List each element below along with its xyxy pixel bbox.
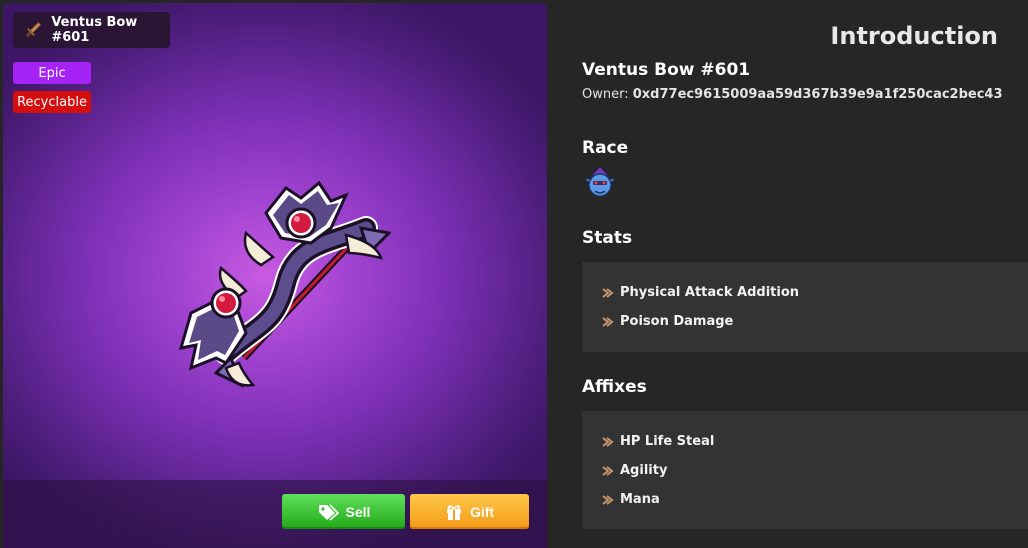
list-item: Mana xyxy=(582,485,1028,514)
affixes-heading: Affixes xyxy=(582,377,647,397)
gift-icon xyxy=(446,504,461,520)
list-item: HP Life Steal xyxy=(582,427,1028,456)
chevron-right-icon xyxy=(602,287,614,298)
chevron-right-icon xyxy=(602,465,614,476)
stat-label: Physical Attack Addition xyxy=(620,285,800,300)
item-name: Ventus Bow #601 xyxy=(582,60,751,80)
race-heading: Race xyxy=(582,138,629,158)
item-title-chip: Ventus Bow #601 xyxy=(13,12,170,48)
stats-list: Physical Attack Addition Poison Damage xyxy=(582,262,1028,352)
stat-label: Poison Damage xyxy=(620,314,734,329)
ventus-bow-image xyxy=(178,180,391,388)
item-title: Ventus Bow #601 xyxy=(51,15,138,45)
item-info-panel: Introduction Ventus Bow #601 Owner: 0xd7… xyxy=(547,0,1028,548)
affix-label: HP Life Steal xyxy=(620,434,715,449)
introduction-heading: Introduction xyxy=(830,22,998,50)
recyclable-badge: Recyclable xyxy=(13,91,91,113)
chevron-right-icon xyxy=(602,316,614,327)
affix-label: Mana xyxy=(620,492,660,507)
rarity-badge: Epic xyxy=(13,62,91,84)
list-item: Agility xyxy=(582,456,1028,485)
list-item: Physical Attack Addition xyxy=(582,278,1028,307)
affixes-list: HP Life Steal Agility Mana xyxy=(582,411,1028,529)
sword-icon xyxy=(25,21,42,38)
gift-button-label: Gift xyxy=(469,503,495,520)
tag-icon xyxy=(318,503,339,521)
stats-heading: Stats xyxy=(582,228,633,248)
item-art-panel: Ventus Bow #601 Epic Recyclable xyxy=(3,3,547,548)
list-item: Poison Damage xyxy=(582,307,1028,336)
race-avatar-icon xyxy=(585,166,615,197)
affix-label: Agility xyxy=(620,463,668,478)
owner-address: 0xd77ec9615009aa59d367b39e9a1f250cac2bec… xyxy=(632,87,1003,102)
sell-button[interactable]: Sell xyxy=(282,494,405,529)
gift-button[interactable]: Gift xyxy=(410,494,529,529)
chevron-right-icon xyxy=(602,494,614,505)
owner-label: Owner: xyxy=(582,87,629,102)
owner-line: Owner: 0xd77ec9615009aa59d367b39e9a1f250… xyxy=(582,87,1003,102)
sell-button-label: Sell xyxy=(345,503,371,520)
chevron-right-icon xyxy=(602,436,614,447)
